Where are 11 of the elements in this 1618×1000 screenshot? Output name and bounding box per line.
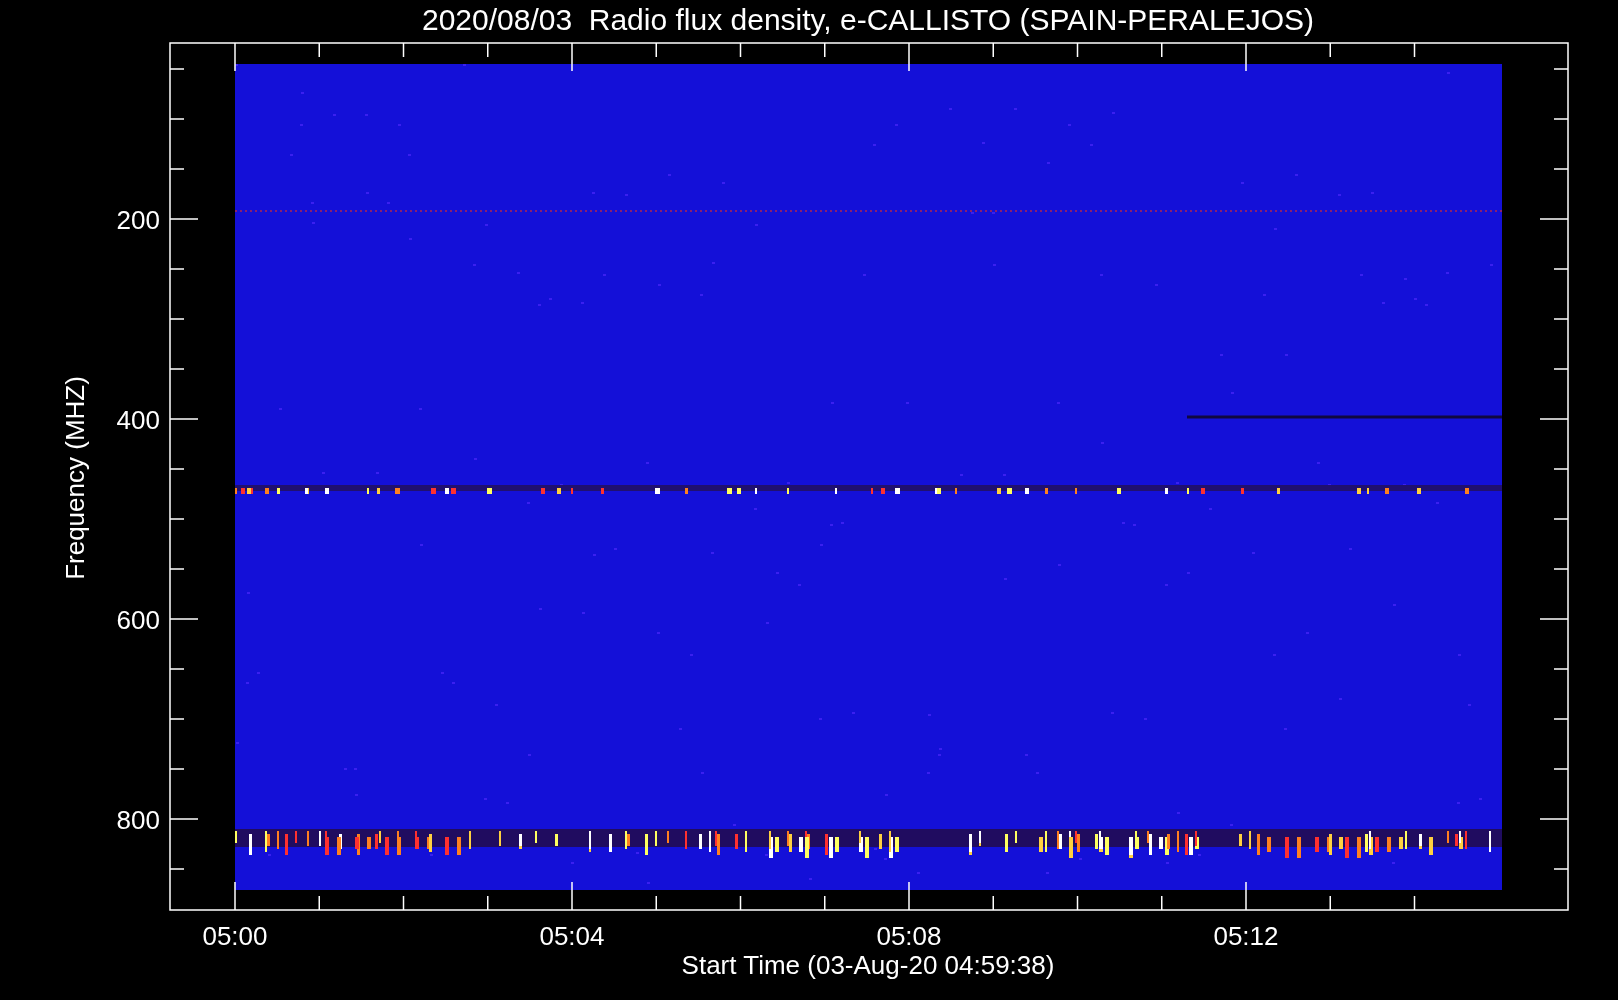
tick-label: 05:00	[202, 921, 268, 951]
tick-label: 600	[116, 605, 160, 635]
tick-label: 05:04	[539, 921, 605, 951]
tick-label: 400	[116, 405, 160, 435]
tick-label: 200	[116, 205, 160, 235]
chart-title: 2020/08/03 Radio flux density, e-CALLISTO (SPAIN-PERALEJOS)	[421, 3, 1315, 36]
axis-label: Frequency (MHZ)	[60, 376, 90, 580]
tick-label: 05:08	[876, 921, 942, 951]
tick-label: 05:12	[1213, 921, 1279, 951]
axis-label: Start Time (03-Aug-20 04:59:38)	[681, 950, 1055, 980]
tick-label: 800	[116, 805, 160, 835]
